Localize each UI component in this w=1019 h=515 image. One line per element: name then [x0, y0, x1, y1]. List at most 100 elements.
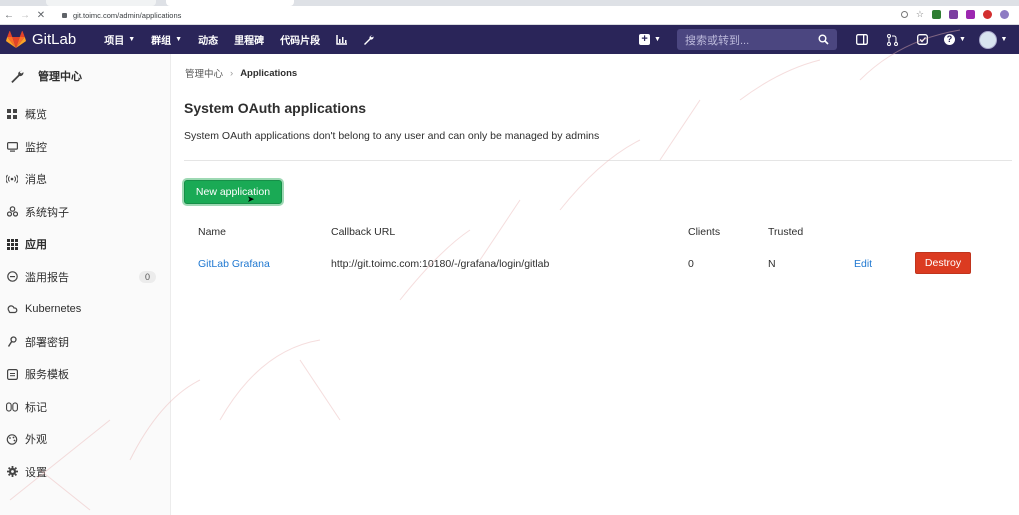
header-right: + ▼ 搜索或转到... ? ▼ ▼: [635, 25, 1019, 54]
back-icon[interactable]: ←: [2, 10, 16, 21]
page-title: System OAuth applications: [184, 100, 367, 116]
main-content: 管理中心 › Applications System OAuth applica…: [172, 54, 1019, 515]
breadcrumb-parent[interactable]: 管理中心: [185, 66, 223, 80]
nav-chart-icon[interactable]: [328, 34, 355, 45]
sidebar-item-label: 外观: [25, 434, 47, 447]
sidebar-item-label: 监控: [25, 141, 47, 154]
lock-icon: [62, 12, 67, 18]
sidebar-item-label: 滥用报告: [25, 271, 69, 284]
search-input[interactable]: 搜索或转到...: [677, 29, 837, 50]
chevron-down-icon: ▼: [1000, 36, 1008, 43]
zoom-icon[interactable]: [900, 11, 908, 18]
plus-square-icon: +: [639, 34, 651, 45]
todo-icon[interactable]: [907, 34, 937, 45]
divider: [184, 160, 1012, 161]
app-callback-url: http://git.toimc.com:10180/-/grafana/log…: [331, 258, 550, 270]
nav-activity[interactable]: 动态: [190, 32, 226, 47]
extension-b-icon[interactable]: [966, 10, 975, 19]
sidebar-item-7[interactable]: 部署密钥: [0, 326, 170, 359]
monitor-icon: [6, 141, 18, 152]
sidebar-item-0[interactable]: 概览: [0, 98, 170, 131]
sidebar-title: 管理中心: [38, 71, 82, 83]
sidebar-item-8[interactable]: 服务模板: [0, 358, 170, 391]
sidebar-item-label: 系统钩子: [25, 206, 69, 219]
nav-activity-label: 动态: [198, 36, 219, 47]
sidebar-toggle-icon[interactable]: [847, 34, 877, 45]
admin-wrench-icon: [11, 70, 24, 83]
nav-groups[interactable]: 群组 ▼: [143, 32, 190, 47]
labels-icon: [6, 402, 18, 412]
edit-link[interactable]: Edit: [854, 258, 872, 270]
sidebar-item-10[interactable]: 外观: [0, 423, 170, 456]
sidebar-item-9[interactable]: 标记: [0, 391, 170, 424]
sidebar-item-label: 应用: [25, 239, 47, 252]
mouse-cursor-icon: ➤: [247, 194, 255, 204]
extension-o-icon[interactable]: [983, 10, 992, 19]
url-text: git.toimc.com/admin/applications: [73, 10, 182, 20]
template-icon: [6, 368, 18, 380]
search-icon: [818, 34, 829, 45]
chevron-down-icon: ▼: [654, 36, 661, 43]
extension-v-icon[interactable]: [932, 10, 941, 19]
chevron-right-icon: ›: [230, 67, 234, 79]
nav-projects[interactable]: 项目 ▼: [96, 32, 143, 47]
settings-gear-icon: [6, 466, 18, 478]
key-icon: [6, 336, 18, 348]
avatar: [978, 30, 997, 49]
extension-a-icon[interactable]: [949, 10, 958, 19]
th-trusted: Trusted: [768, 226, 804, 238]
apps-grid-icon: [6, 238, 18, 250]
nav-snippets[interactable]: 代码片段: [272, 32, 328, 47]
chevron-down-icon: ▼: [959, 36, 966, 43]
hook-icon: [6, 206, 18, 217]
nav-groups-label: 群组: [151, 36, 172, 47]
sidebar-header[interactable]: 管理中心: [0, 54, 170, 98]
broadcast-icon: [6, 174, 18, 184]
stop-icon[interactable]: ✕: [34, 10, 48, 21]
sidebar-items: 概览监控消息系统钩子应用滥用报告 0 Kubernetes 部署密钥服务模板标记外观设…: [0, 98, 170, 488]
brand-name: GitLab: [32, 31, 77, 48]
sidebar-item-label: 概览: [25, 109, 47, 122]
browser-extensions: ☆: [900, 9, 1009, 20]
sidebar-item-1[interactable]: 监控: [0, 131, 170, 164]
breadcrumb-current[interactable]: Applications: [240, 68, 297, 79]
sidebar-item-label: 设置: [25, 466, 47, 479]
new-dropdown[interactable]: + ▼: [635, 34, 665, 45]
app-trusted: N: [768, 258, 776, 270]
sidebar-item-11[interactable]: 设置: [0, 456, 170, 489]
sidebar-item-6[interactable]: Kubernetes: [0, 293, 170, 326]
profile-icon[interactable]: [1000, 10, 1009, 19]
sidebar-item-3[interactable]: 系统钩子: [0, 196, 170, 229]
sidebar-item-label: 部署密钥: [25, 336, 69, 349]
admin-wrench-icon[interactable]: [355, 34, 382, 45]
page-description: System OAuth applications don't belong t…: [184, 130, 600, 142]
destroy-button[interactable]: Destroy: [915, 252, 971, 274]
app-clients: 0: [688, 258, 694, 270]
app-name-link[interactable]: GitLab Grafana: [198, 258, 270, 270]
sidebar-item-5[interactable]: 滥用报告 0: [0, 261, 170, 294]
browser-address-bar: ← → ✕ git.toimc.com/admin/applications ☆: [0, 6, 1019, 25]
url-field[interactable]: git.toimc.com/admin/applications: [62, 11, 181, 20]
nav-snippets-label: 代码片段: [280, 36, 321, 47]
help-dropdown[interactable]: ? ▼: [937, 34, 973, 45]
forward-icon[interactable]: →: [18, 10, 32, 21]
gitlab-logo[interactable]: GitLab: [6, 30, 77, 49]
abuse-report-icon: [6, 271, 18, 283]
new-application-button[interactable]: New application: [184, 180, 282, 204]
nav-milestones-label: 里程碑: [234, 36, 265, 47]
search-placeholder: 搜索或转到...: [685, 34, 750, 47]
sidebar-item-4[interactable]: 应用: [0, 228, 170, 261]
chevron-down-icon: ▼: [175, 36, 183, 43]
star-icon[interactable]: ☆: [916, 9, 924, 20]
nav-milestones[interactable]: 里程碑: [226, 32, 272, 47]
th-callback-url: Callback URL: [331, 226, 396, 238]
gitlab-fox-icon: [6, 30, 26, 48]
th-clients: Clients: [688, 226, 721, 238]
sidebar-item-2[interactable]: 消息: [0, 163, 170, 196]
top-nav: 项目 ▼ 群组 ▼ 动态 里程碑 代码片段: [96, 32, 382, 47]
overview-icon: [6, 109, 18, 120]
sidebar-item-label: 标记: [25, 401, 47, 414]
merge-request-icon[interactable]: [877, 33, 907, 46]
top-navbar: GitLab 项目 ▼ 群组 ▼ 动态 里程碑 代码片段 + ▼ 搜索或转到...: [0, 25, 1019, 54]
user-menu[interactable]: ▼: [973, 30, 1013, 49]
